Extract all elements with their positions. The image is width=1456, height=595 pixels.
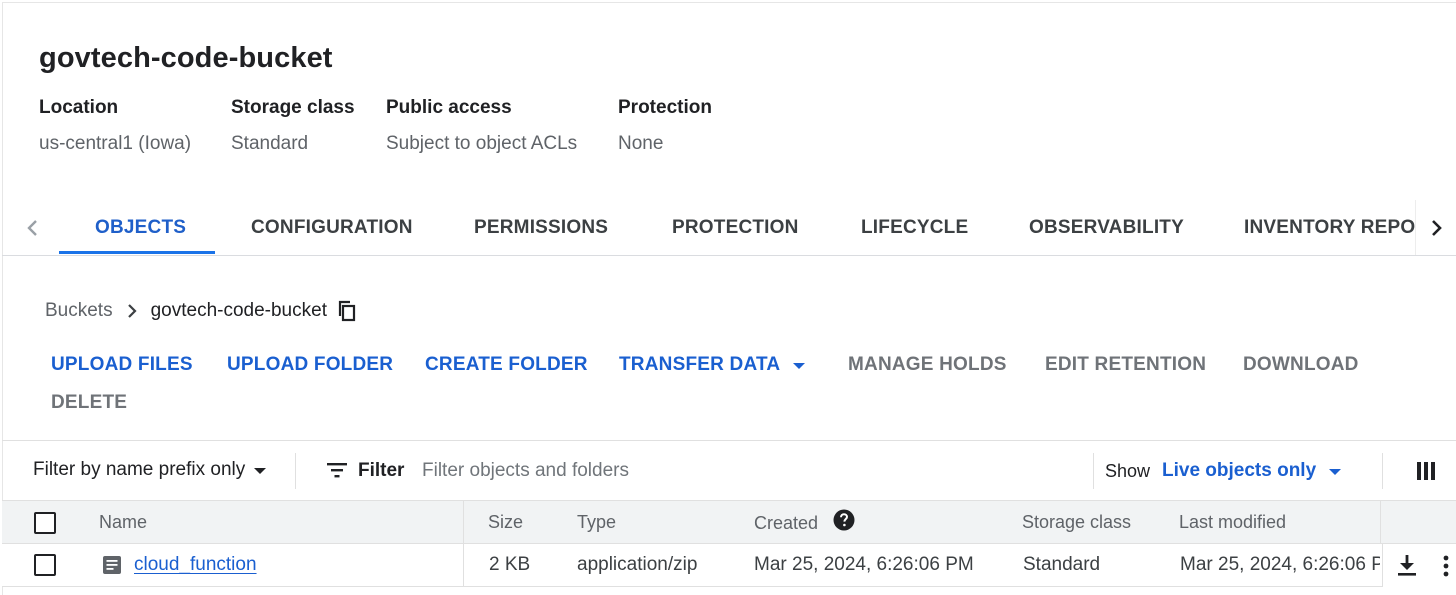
column-separator — [463, 544, 464, 587]
bucket-title: govtech-code-bucket — [39, 42, 333, 74]
more-vert-icon[interactable] — [1443, 555, 1449, 582]
document-icon — [102, 555, 122, 580]
delete-button[interactable]: DELETE — [51, 392, 127, 414]
meta-label: Protection — [618, 97, 712, 118]
filter-prefix-label: Filter by name prefix only — [33, 459, 246, 480]
column-header-last-modified[interactable]: Last modified — [1179, 512, 1286, 533]
tab-configuration[interactable]: CONFIGURATION — [251, 200, 413, 255]
tab-observability[interactable]: OBSERVABILITY — [1029, 200, 1184, 255]
view-column-icon[interactable] — [1417, 461, 1435, 486]
chevron-right-icon — [1432, 219, 1442, 236]
active-tab-indicator — [59, 251, 215, 254]
arrow-drop-down-icon — [253, 459, 267, 481]
transfer-data-button[interactable]: TRANSFER DATA — [619, 354, 806, 376]
breadcrumb: Buckets govtech-code-bucket — [45, 298, 357, 324]
row-actions — [1382, 544, 1456, 587]
column-header-created-label: Created — [754, 512, 819, 533]
show-objects-select[interactable]: Live objects only — [1162, 460, 1342, 482]
divider — [1382, 453, 1383, 489]
arrow-drop-down-icon — [1328, 460, 1342, 482]
arrow-drop-down-icon — [792, 354, 806, 376]
meta-value: us-central1 (Iowa) — [39, 133, 192, 154]
breadcrumb-current: govtech-code-bucket — [150, 300, 327, 321]
column-header-name[interactable]: Name — [99, 512, 147, 533]
divider — [295, 453, 296, 489]
filter-input[interactable] — [422, 457, 1022, 485]
manage-holds-button[interactable]: MANAGE HOLDS — [848, 354, 1007, 376]
chevron-right-icon — [127, 303, 137, 319]
breadcrumb-buckets-link[interactable]: Buckets — [45, 300, 113, 322]
meta-label: Location — [39, 97, 119, 118]
tab-lifecycle[interactable]: LIFECYCLE — [861, 200, 968, 255]
tab-permissions[interactable]: PERMISSIONS — [474, 200, 608, 255]
show-label: Show — [1105, 461, 1151, 481]
tabs-list: OBJECTS CONFIGURATION PERMISSIONS PROTEC… — [57, 200, 1415, 256]
upload-files-button[interactable]: UPLOAD FILES — [51, 354, 193, 376]
upload-folder-button[interactable]: UPLOAD FOLDER — [227, 354, 393, 376]
help-icon[interactable] — [833, 509, 855, 536]
tab-objects[interactable]: OBJECTS — [95, 200, 186, 255]
meta-storage-class: Storage class Standard — [231, 97, 355, 155]
meta-label: Public access — [386, 97, 512, 118]
transfer-data-label: TRANSFER DATA — [619, 354, 781, 376]
download-icon[interactable] — [1397, 554, 1417, 581]
tab-inventory-reports[interactable]: INVENTORY REPORTS — [1244, 200, 1415, 255]
table-row[interactable]: cloud_function 2 KB application/zip Mar … — [2, 544, 1456, 587]
tabs-scroll-right-button[interactable] — [1415, 200, 1456, 255]
filter-prefix-select[interactable]: Filter by name prefix only — [33, 459, 267, 481]
edit-retention-button[interactable]: EDIT RETENTION — [1045, 354, 1206, 376]
tabs-bar: OBJECTS CONFIGURATION PERMISSIONS PROTEC… — [2, 200, 1456, 256]
column-separator — [463, 501, 464, 545]
object-size: 2 KB — [489, 554, 531, 575]
select-all-checkbox[interactable] — [34, 512, 56, 534]
meta-value: Standard — [231, 133, 309, 154]
filter-bar: Filter by name prefix only Filter Show L… — [2, 440, 1456, 500]
object-last-modified: Mar 25, 2024, 6:26:06 PM — [1180, 554, 1380, 575]
object-created: Mar 25, 2024, 6:26:06 PM — [754, 554, 974, 575]
column-header-type[interactable]: Type — [577, 512, 616, 533]
chevron-left-icon — [27, 219, 37, 236]
filter-list-icon[interactable] — [326, 461, 348, 484]
filter-label: Filter — [358, 460, 405, 481]
object-name-link[interactable]: cloud_function — [134, 554, 257, 576]
table-header: Name Size Type Created Storage class Las… — [2, 500, 1456, 545]
meta-protection: Protection None — [618, 97, 712, 155]
row-checkbox[interactable] — [34, 554, 56, 576]
copy-icon[interactable] — [337, 300, 357, 322]
column-header-storage-class[interactable]: Storage class — [1022, 512, 1131, 533]
meta-public-access: Public access Subject to object ACLs — [386, 97, 577, 155]
divider — [1093, 453, 1094, 489]
tab-protection[interactable]: PROTECTION — [672, 200, 799, 255]
column-header-created[interactable]: Created — [754, 509, 855, 536]
meta-value: Subject to object ACLs — [386, 133, 578, 154]
meta-label: Storage class — [231, 97, 355, 118]
meta-value: None — [618, 133, 664, 154]
download-button[interactable]: DOWNLOAD — [1243, 354, 1359, 376]
object-type: application/zip — [577, 554, 698, 575]
column-separator — [1380, 501, 1381, 545]
column-header-size[interactable]: Size — [488, 512, 523, 533]
show-objects-value: Live objects only — [1162, 460, 1317, 481]
meta-location: Location us-central1 (Iowa) — [39, 97, 191, 155]
tabs-scroll-left-button[interactable] — [10, 200, 54, 255]
create-folder-button[interactable]: CREATE FOLDER — [425, 354, 588, 376]
object-storage-class: Standard — [1023, 554, 1101, 575]
